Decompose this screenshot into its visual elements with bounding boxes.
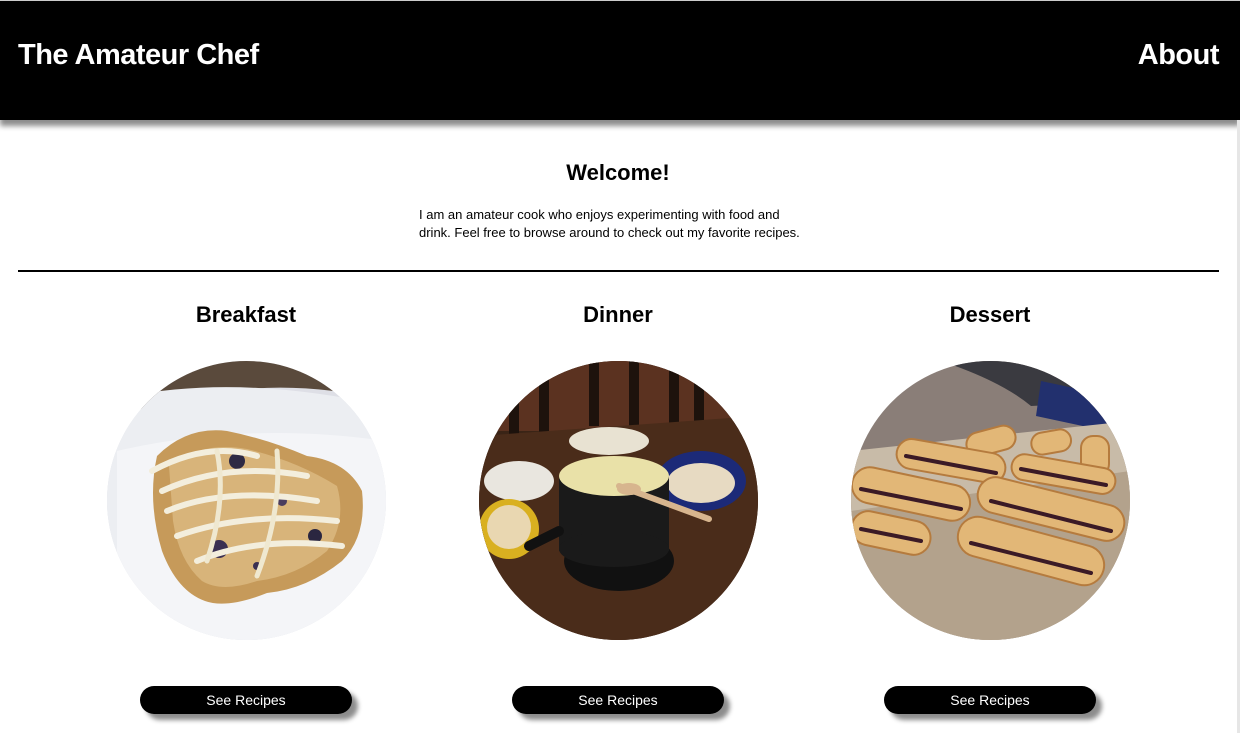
category-card-dessert: Dessert See Recipes (820, 300, 1160, 730)
site-brand-link[interactable]: The Amateur Chef (18, 39, 259, 72)
see-recipes-button[interactable]: See Recipes (884, 686, 1096, 714)
section-divider (18, 270, 1219, 272)
welcome-heading: Welcome! (566, 160, 670, 185)
nav-about-link[interactable]: About (1138, 39, 1220, 72)
category-title: Dessert (949, 302, 1031, 327)
cheese-fondue-photo[interactable] (479, 361, 758, 640)
site-header: The Amateur Chef About (0, 0, 1240, 120)
see-recipes-button[interactable]: See Recipes (512, 686, 724, 714)
welcome-text: I am an amateur cook who enjoys experime… (419, 207, 800, 240)
filled-pastries-photo[interactable] (851, 361, 1130, 640)
blueberry-scone-photo[interactable] (107, 361, 386, 640)
category-card-breakfast: Breakfast See Recipes (76, 300, 416, 730)
category-card-dinner: Dinner See Recipes (448, 300, 788, 730)
category-title: Breakfast (195, 302, 297, 327)
see-recipes-button[interactable]: See Recipes (140, 686, 352, 714)
category-title: Dinner (583, 302, 653, 327)
